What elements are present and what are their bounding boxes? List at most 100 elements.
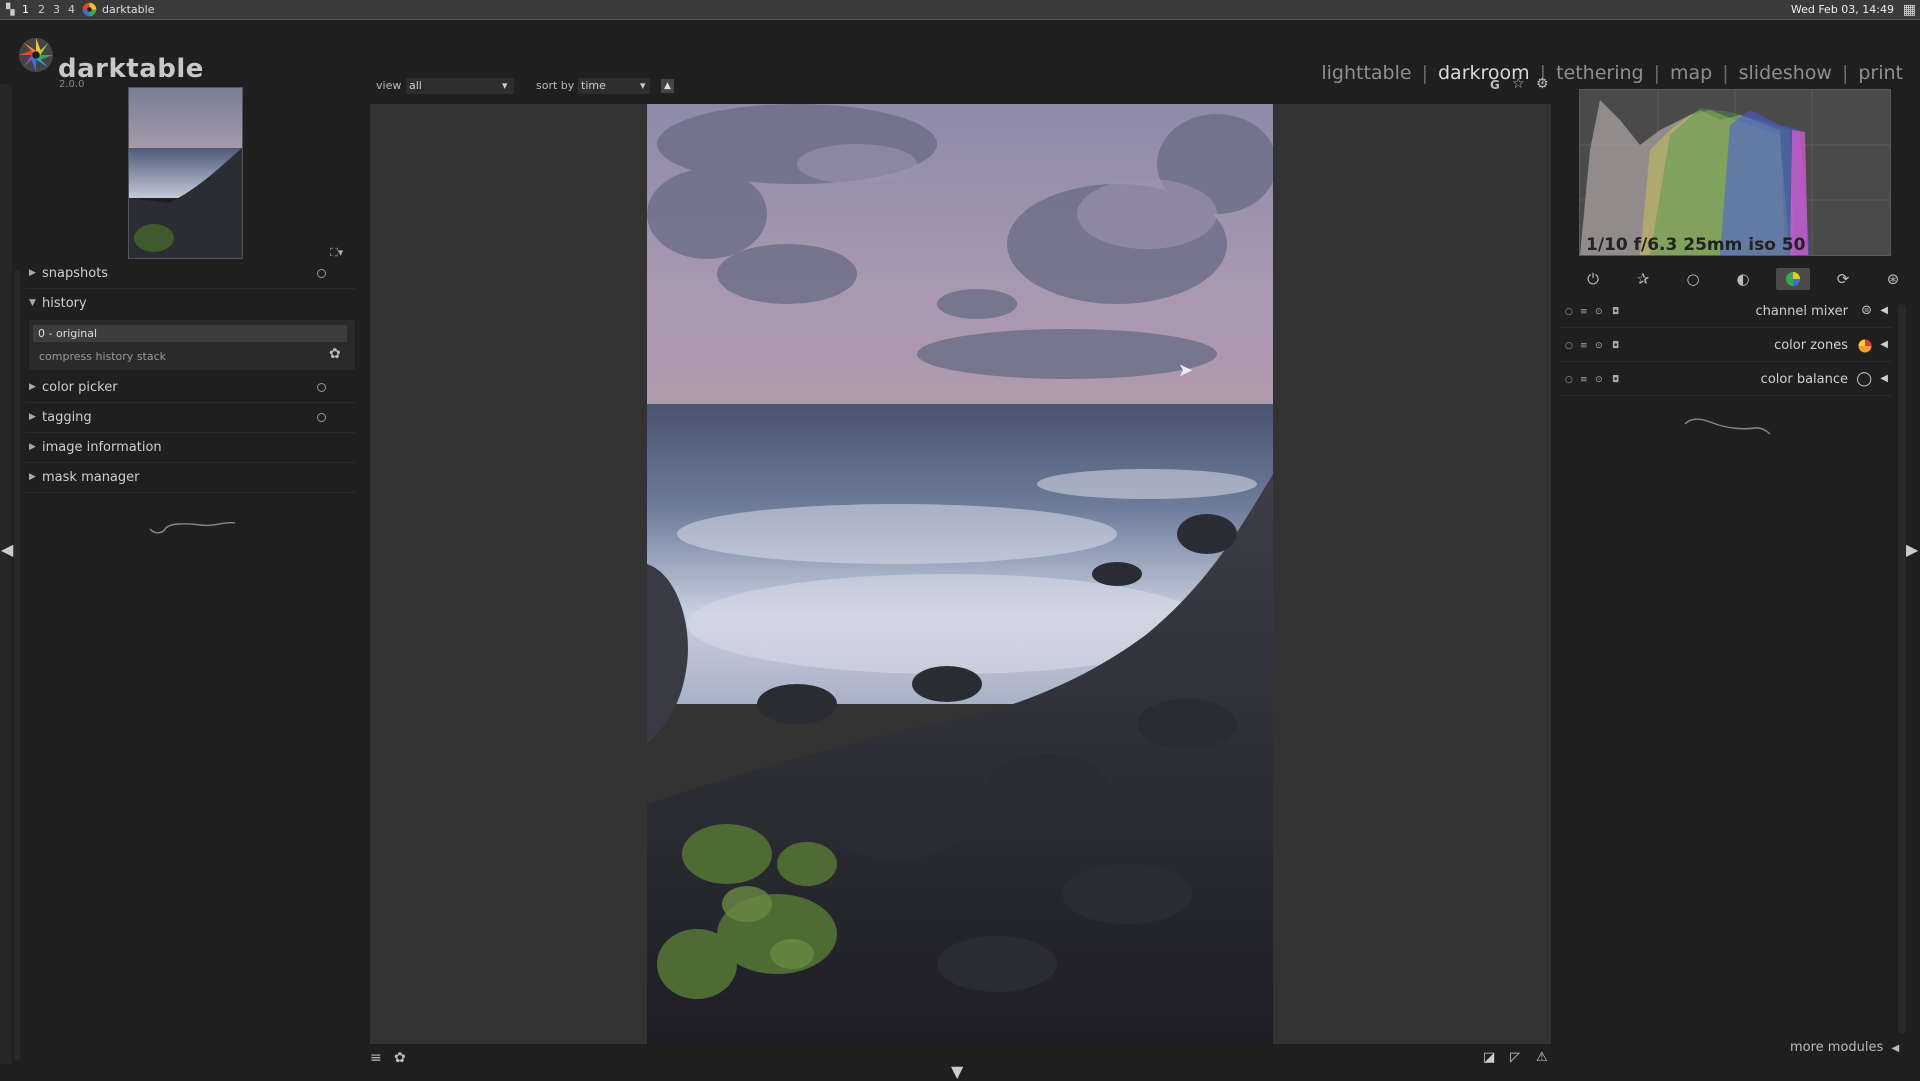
left-scrollbar[interactable] [14, 270, 20, 1060]
workspace-2[interactable]: 2 [38, 3, 45, 16]
module-instance-icon[interactable]: ◘ [1612, 375, 1619, 385]
module-name: channel mixer [1755, 304, 1849, 319]
color-icon[interactable] [1776, 268, 1810, 290]
section-image-information[interactable]: ▶ image information [25, 436, 355, 463]
section-history[interactable]: ▼ history [25, 292, 355, 318]
overexposed-indicator-icon[interactable]: ◪ [1483, 1050, 1495, 1065]
collapse-right-panel-arrow-icon[interactable]: ▶ [1906, 540, 1918, 559]
module-group-tabs: ⏻ ✰ ○ ◐ ⟳ ⊛ [1570, 266, 1900, 294]
darktable-taskbar-icon [82, 2, 97, 17]
basic-circle-icon[interactable]: ○ [1684, 270, 1702, 288]
sort-by-label: sort by [536, 79, 575, 92]
module-expand-arrow-icon[interactable]: ◀ [1880, 373, 1888, 384]
navigation-thumbnail[interactable] [128, 87, 243, 259]
module-enable-icon[interactable]: ○ [1565, 375, 1573, 385]
collapse-bottom-panel-arrow-icon[interactable]: ▼ [951, 1062, 963, 1081]
sort-by-value: time [581, 79, 606, 92]
module-presets-icon[interactable]: ≡ [1580, 375, 1588, 385]
module-channel-mixer[interactable]: ○ ≡ ⊙ ◘ channel mixer ⊜ ◀ [1560, 297, 1892, 328]
view-print[interactable]: print [1858, 62, 1903, 84]
reset-icon[interactable] [317, 383, 326, 392]
module-reset-icon[interactable]: ⊙ [1595, 375, 1603, 385]
view-separator: | [1841, 62, 1849, 84]
view-map[interactable]: map [1670, 62, 1712, 84]
mouse-cursor-icon: ➤ [1178, 360, 1194, 381]
chevron-down-icon: ▾ [640, 79, 646, 92]
chevron-left-icon: ◀ [1891, 1043, 1900, 1054]
correct-icon[interactable]: ⟳ [1834, 270, 1852, 288]
module-reset-icon[interactable]: ⊙ [1595, 307, 1603, 317]
module-instance-icon[interactable]: ◘ [1612, 307, 1619, 317]
module-name: color zones [1774, 338, 1848, 353]
chevron-down-icon: ▾ [502, 79, 508, 92]
section-snapshots[interactable]: ▶ snapshots [25, 262, 355, 289]
taskbar-window-title[interactable]: darktable [102, 3, 154, 16]
workspace-switcher-icon[interactable]: ▚ [6, 3, 14, 16]
system-clock: Wed Feb 03, 14:49 [1790, 3, 1894, 16]
expand-arrow-icon: ▶ [29, 472, 36, 482]
gamut-check-icon[interactable]: ⚠ [1536, 1050, 1548, 1065]
view-slideshow[interactable]: slideshow [1739, 62, 1832, 84]
gear-icon[interactable]: ⚙ [1536, 76, 1549, 92]
module-instance-icon[interactable]: ◘ [1612, 341, 1619, 351]
history-item-label: 0 - original [38, 327, 98, 340]
section-tagging[interactable]: ▶ tagging [25, 406, 355, 433]
workspace-3[interactable]: 3 [53, 3, 60, 16]
workspace-4[interactable]: 4 [68, 3, 75, 16]
more-modules-button[interactable]: more modules ◀ [1790, 1040, 1899, 1055]
section-color-picker[interactable]: ▶ color picker [25, 376, 355, 403]
power-icon[interactable]: ⏻ [1584, 270, 1602, 288]
sort-by-dropdown[interactable]: time ▾ [578, 78, 650, 94]
section-mask-manager[interactable]: ▶ mask manager [25, 466, 355, 493]
sort-order-toggle-icon[interactable]: ▲ [661, 79, 674, 93]
expand-arrow-icon: ▶ [29, 442, 36, 452]
app-version: 2.0.0 [59, 79, 85, 90]
module-expand-arrow-icon[interactable]: ◀ [1880, 305, 1888, 316]
section-label: history [42, 296, 87, 311]
softproof-icon[interactable]: ◸ [1510, 1050, 1520, 1065]
module-reset-icon[interactable]: ⊙ [1595, 341, 1603, 351]
view-filter-dropdown[interactable]: all ▾ [406, 78, 514, 94]
panel-end-ornament [149, 521, 236, 534]
view-filter-label: view [376, 79, 402, 92]
module-presets-icon[interactable]: ≡ [1580, 307, 1588, 317]
module-color-balance[interactable]: ○ ≡ ⊙ ◘ color balance ◯ ◀ [1560, 365, 1892, 396]
expand-arrow-icon: ▶ [29, 382, 36, 392]
module-expand-arrow-icon[interactable]: ◀ [1880, 339, 1888, 350]
reset-icon[interactable] [317, 269, 326, 278]
history-item-original[interactable]: 0 - original [33, 325, 347, 342]
grid-menu-icon[interactable]: ▦ [1903, 2, 1916, 18]
exif-info: 1/10 f/6.3 25mm iso 50 [1586, 235, 1806, 255]
section-label: color picker [42, 380, 118, 395]
star-overlay-icon[interactable]: ☆ [1512, 76, 1525, 92]
favorites-icon[interactable]: ✰ [1634, 270, 1652, 288]
quick-access-presets-icon[interactable]: ≡ [370, 1050, 382, 1066]
module-color-zones[interactable]: ○ ≡ ⊙ ◘ color zones ◀ [1560, 331, 1892, 362]
grouping-toggle[interactable]: G [1490, 78, 1500, 92]
section-label: image information [42, 440, 162, 455]
styles-icon[interactable]: ✿ [394, 1050, 406, 1066]
view-tethering[interactable]: tethering [1556, 62, 1644, 84]
darktable-logo [17, 36, 55, 74]
reset-icon[interactable] [317, 413, 326, 422]
collapse-left-panel-arrow-icon[interactable]: ◀ [1, 540, 13, 559]
workspace-1[interactable]: 1 [22, 3, 29, 16]
view-separator: | [1653, 62, 1660, 84]
history-panel: 0 - original compress history stack ✿ [29, 320, 355, 370]
histogram[interactable]: 1/10 f/6.3 25mm iso 50 [1579, 89, 1891, 256]
thumbnail-zoom-icon[interactable]: ⛶▾ [330, 246, 343, 260]
module-presets-icon[interactable]: ≡ [1580, 341, 1588, 351]
effect-icon[interactable]: ⊛ [1884, 270, 1902, 288]
section-label: tagging [42, 410, 92, 425]
right-scrollbar[interactable] [1898, 304, 1906, 1034]
compress-history-button[interactable]: compress history stack [39, 350, 166, 363]
color-balance-icon: ◯ [1856, 371, 1872, 387]
section-label: mask manager [42, 470, 140, 485]
module-enable-icon[interactable]: ○ [1565, 307, 1573, 317]
create-style-icon[interactable]: ✿ [329, 346, 341, 362]
module-enable-icon[interactable]: ○ [1565, 341, 1573, 351]
tone-icon[interactable]: ◐ [1734, 270, 1752, 288]
collapse-arrow-icon: ▼ [29, 298, 36, 308]
expand-arrow-icon: ▶ [29, 268, 36, 278]
main-image[interactable] [647, 104, 1277, 1044]
